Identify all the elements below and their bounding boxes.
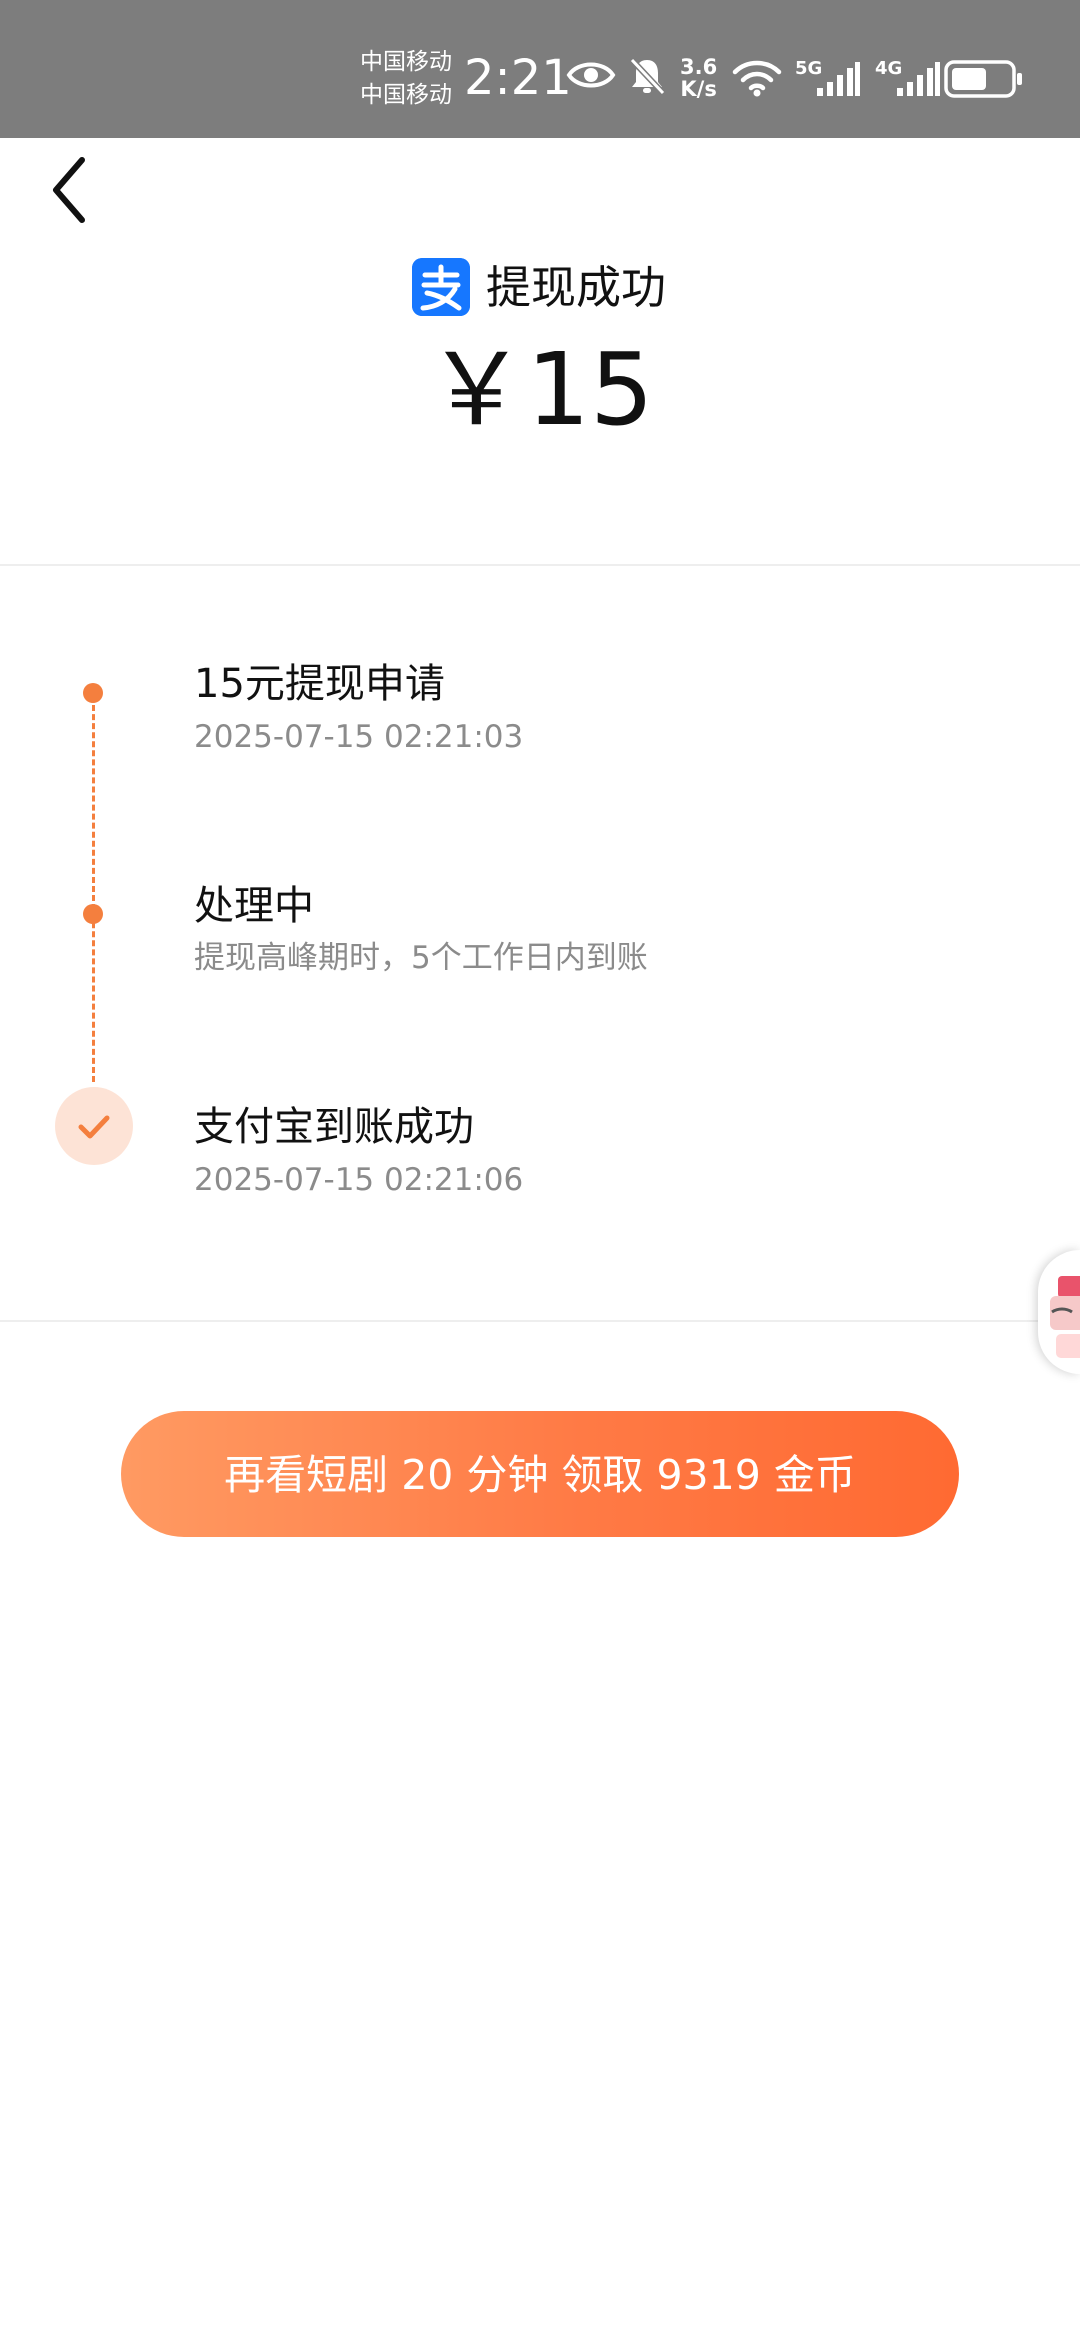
timeline-step-subtitle: 2025-07-15 02:21:06 (194, 1162, 524, 1198)
alipay-icon (412, 258, 470, 316)
signal-icon (897, 62, 940, 96)
divider (0, 564, 1080, 566)
check-icon (78, 1115, 110, 1139)
carrier-labels: 中国移动 中国移动 (360, 46, 452, 112)
floating-reward-widget[interactable] (1038, 1250, 1080, 1374)
wifi-icon (732, 60, 782, 97)
net-speed-unit: K/s (680, 77, 717, 101)
bell-muted-icon (629, 57, 666, 96)
back-arrow-icon[interactable] (44, 150, 96, 230)
timeline-step-title: 15元提现申请 (194, 661, 445, 707)
net-speed-value: 3.6 (680, 55, 718, 79)
timeline-done-marker (55, 1087, 133, 1165)
net-speed: 3.6 K/s (680, 56, 717, 100)
withdraw-amount: ￥15 (426, 331, 654, 448)
battery-icon (944, 60, 1022, 98)
timeline-step-title: 支付宝到账成功 (194, 1104, 474, 1150)
timeline-step-subtitle: 提现高峰期时，5个工作日内到账 (194, 940, 648, 976)
status-time: 2:21 (464, 50, 572, 106)
timeline-connector (92, 696, 95, 1082)
timeline-step-subtitle: 2025-07-15 02:21:03 (194, 719, 524, 755)
eye-icon (566, 62, 616, 88)
gift-icon (1050, 1276, 1080, 1358)
timeline-dot (83, 683, 103, 703)
withdraw-success-page: 中国移动 中国移动 2:21 3.6 K/s 5G 4G 提现成功 ￥15 15… (0, 0, 1080, 2340)
signal-icon (817, 62, 860, 96)
timeline-dot (83, 904, 103, 924)
status-bar: 中国移动 中国移动 2:21 3.6 K/s 5G 4G (0, 0, 1080, 138)
timeline-step-title: 处理中 (194, 883, 314, 929)
carrier-2: 中国移动 (360, 82, 452, 108)
carrier-1: 中国移动 (360, 49, 452, 75)
page-title: 提现成功 (486, 261, 667, 314)
divider (0, 1320, 1080, 1322)
watch-drama-reward-button[interactable]: 再看短剧 20 分钟 领取 9319 金币 (121, 1411, 959, 1537)
